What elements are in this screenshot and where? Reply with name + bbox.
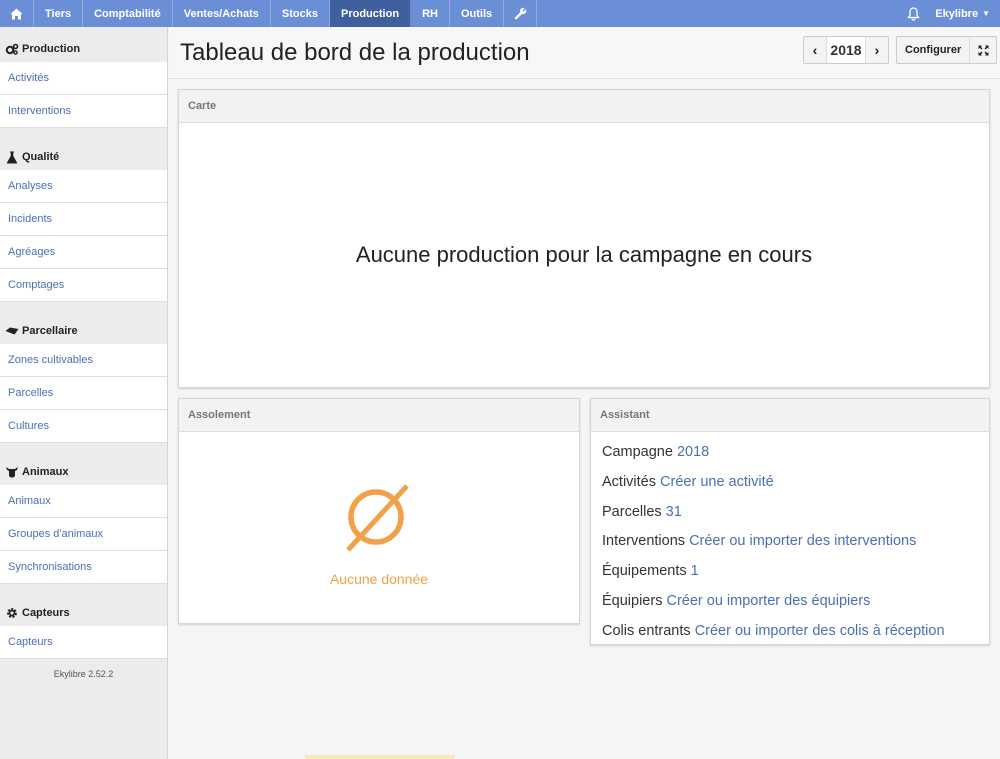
assistant-link[interactable]: 1 bbox=[691, 563, 699, 579]
notifications-button[interactable] bbox=[897, 0, 929, 27]
sidebar: Production Activités Interventions Quali… bbox=[0, 27, 168, 759]
app-version: Ekylibre 2.52.2 bbox=[53, 669, 114, 679]
expand-icon bbox=[978, 45, 989, 55]
assistant-row-activites: Activités Créer une activité bbox=[602, 471, 982, 501]
assistant-link[interactable]: 2018 bbox=[677, 444, 709, 460]
assistant-row-parcelles: Parcelles 31 bbox=[602, 501, 982, 531]
sidebar-section-qualite: Qualité Analyses Incidents Agréages Comp… bbox=[0, 128, 167, 302]
assistant-row-equipements: Équipements 1 bbox=[602, 560, 982, 590]
chevron-left-icon: ‹ bbox=[812, 42, 818, 58]
assistant-row-colis-entrants: Colis entrants Créer ou importer des col… bbox=[602, 620, 982, 650]
nav-stocks[interactable]: Stocks bbox=[271, 0, 330, 27]
sidebar-section-title: Production bbox=[22, 43, 81, 55]
sidebar-item-zones-cultivables[interactable]: Zones cultivables bbox=[0, 344, 167, 377]
assistant-label: Équipiers bbox=[602, 592, 663, 609]
chevron-right-icon: › bbox=[874, 42, 880, 58]
sidebar-section-title: Parcellaire bbox=[22, 325, 78, 337]
assistant-label: Parcelles bbox=[602, 503, 662, 520]
assistant-row-campagne: Campagne 2018 bbox=[602, 441, 982, 471]
settings-button[interactable] bbox=[504, 0, 538, 27]
sidebar-item-capteurs[interactable]: Capteurs bbox=[0, 626, 167, 659]
sidebar-section-title: Qualité bbox=[22, 151, 60, 163]
user-name: Ekylibre bbox=[935, 7, 979, 20]
caret-down-icon: ▼ bbox=[982, 9, 990, 18]
sidebar-section-parcellaire: Parcellaire Zones cultivables Parcelles … bbox=[0, 302, 167, 443]
sidebar-section-header: Qualité bbox=[0, 128, 167, 170]
nav-production[interactable]: Production bbox=[330, 0, 412, 27]
gear-icon bbox=[5, 607, 19, 619]
assistant-link[interactable]: 31 bbox=[666, 504, 682, 520]
sidebar-item-agreages[interactable]: Agréages bbox=[0, 236, 167, 269]
wrench-icon bbox=[514, 7, 526, 20]
assistant-link[interactable]: Créer ou importer des colis à réception bbox=[695, 623, 945, 639]
bottom-strip bbox=[305, 755, 455, 759]
home-icon bbox=[10, 8, 23, 19]
sidebar-item-incidents[interactable]: Incidents bbox=[0, 203, 167, 236]
sidebar-section-title: Animaux bbox=[22, 466, 69, 478]
panel-title: Assolement bbox=[179, 399, 579, 432]
nav-tiers[interactable]: Tiers bbox=[34, 0, 84, 27]
panel-title: Assistant bbox=[591, 399, 989, 432]
assistant-row-interventions: Interventions Créer ou importer des inte… bbox=[602, 530, 982, 560]
previous-year-button[interactable]: ‹ bbox=[804, 37, 826, 63]
sidebar-section-header: Animaux bbox=[0, 443, 167, 485]
sidebar-item-cultures[interactable]: Cultures bbox=[0, 410, 167, 443]
configure-button[interactable]: Configurer bbox=[897, 37, 971, 63]
sidebar-section-header: Production bbox=[0, 27, 167, 62]
sidebar-item-parcelles[interactable]: Parcelles bbox=[0, 377, 167, 410]
gears-icon bbox=[5, 43, 19, 55]
campaign-year: 2018 bbox=[826, 37, 866, 63]
empty-set-icon bbox=[346, 484, 409, 552]
no-data-label: Aucune donnée bbox=[329, 571, 429, 587]
sidebar-section-header: Parcellaire bbox=[0, 302, 167, 344]
nav-ventes-achats[interactable]: Ventes/Achats bbox=[173, 0, 271, 27]
sidebar-item-activites[interactable]: Activités bbox=[0, 62, 167, 95]
sidebar-item-synchronisations[interactable]: Synchronisations bbox=[0, 551, 167, 584]
sidebar-item-comptages[interactable]: Comptages bbox=[0, 269, 167, 302]
assistant-label: Campagne bbox=[602, 444, 673, 460]
dashboard-config: Configurer bbox=[896, 36, 998, 64]
land-plot-icon bbox=[5, 325, 19, 337]
assistant-panel: Assistant Campagne 2018 Activités Créer … bbox=[590, 398, 990, 645]
top-navbar: Tiers Comptabilité Ventes/Achats Stocks … bbox=[0, 0, 1000, 27]
assistant-list: Campagne 2018 Activités Créer une activi… bbox=[591, 432, 989, 650]
nav-outils[interactable]: Outils bbox=[450, 0, 505, 27]
sidebar-section-title: Capteurs bbox=[22, 607, 70, 619]
sidebar-item-groupes-animaux[interactable]: Groupes d'animaux bbox=[0, 518, 167, 551]
sidebar-section-animaux: Animaux Animaux Groupes d'animaux Synchr… bbox=[0, 443, 167, 584]
sidebar-item-interventions[interactable]: Interventions bbox=[0, 95, 167, 128]
bell-icon bbox=[906, 6, 920, 21]
flask-icon bbox=[5, 151, 19, 163]
nav-rh[interactable]: RH bbox=[411, 0, 450, 27]
assistant-row-equipiers: Équipiers Créer ou importer des équipier… bbox=[602, 590, 982, 620]
home-button[interactable] bbox=[0, 0, 34, 27]
assistant-label: Équipements bbox=[602, 563, 687, 580]
campaign-selector: ‹ 2018 › bbox=[803, 36, 889, 64]
fullscreen-button[interactable] bbox=[970, 37, 996, 63]
next-year-button[interactable]: › bbox=[866, 37, 888, 63]
assistant-link[interactable]: Créer ou importer des équipiers bbox=[666, 593, 870, 609]
empty-map-message: Aucune production pour la campagne en co… bbox=[355, 242, 813, 267]
map-panel: Carte Aucune production pour la campagne… bbox=[178, 89, 990, 388]
assistant-label: Interventions bbox=[602, 533, 686, 550]
crop-rotation-panel: Assolement Aucune donnée bbox=[178, 398, 580, 624]
assistant-link[interactable]: Créer ou importer des interventions bbox=[689, 533, 916, 549]
nav-comptabilite[interactable]: Comptabilité bbox=[83, 0, 173, 27]
sidebar-section-header: Capteurs bbox=[0, 584, 167, 626]
assistant-link[interactable]: Créer une activité bbox=[660, 474, 774, 490]
panel-title: Carte bbox=[179, 90, 989, 123]
cow-icon bbox=[5, 466, 19, 478]
assistant-label: Colis entrants bbox=[602, 622, 691, 639]
sidebar-section-production: Production Activités Interventions bbox=[0, 27, 167, 128]
sidebar-item-analyses[interactable]: Analyses bbox=[0, 170, 167, 203]
sidebar-section-capteurs: Capteurs Capteurs bbox=[0, 584, 167, 659]
user-menu[interactable]: Ekylibre ▼ bbox=[929, 0, 1000, 27]
page-header: Tableau de bord de la production ‹ 2018 … bbox=[169, 27, 1000, 79]
assistant-label: Activités bbox=[602, 473, 656, 490]
page-title: Tableau de bord de la production bbox=[180, 39, 530, 66]
sidebar-item-animaux[interactable]: Animaux bbox=[0, 485, 167, 518]
